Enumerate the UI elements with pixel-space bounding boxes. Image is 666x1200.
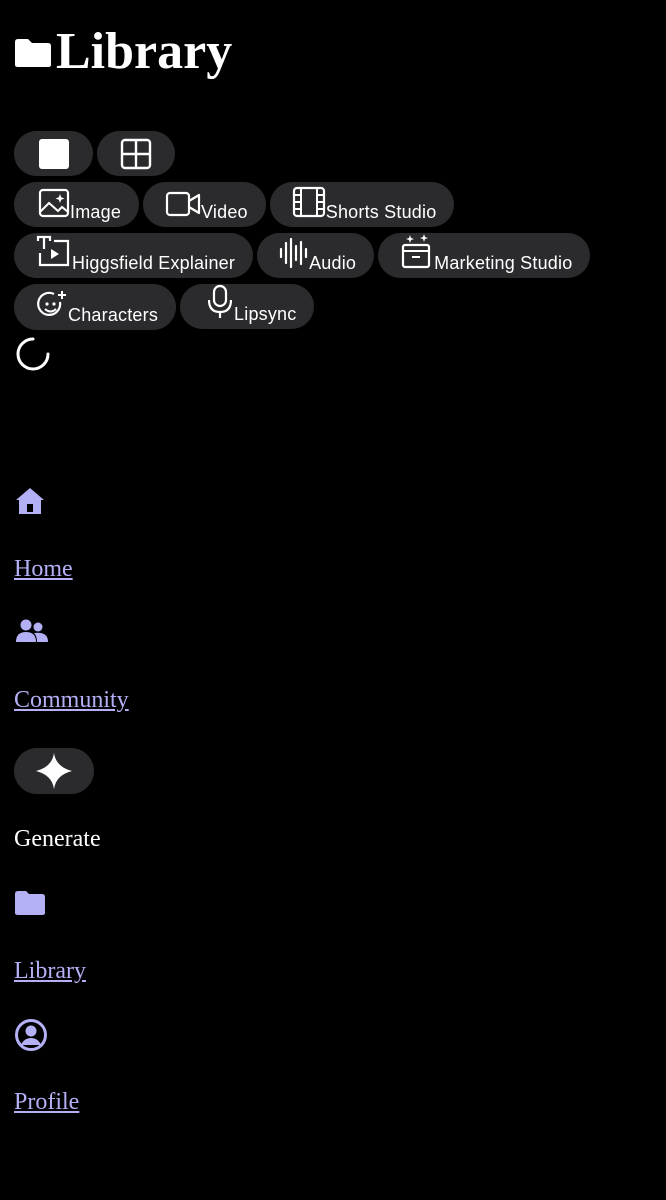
nav-community-link[interactable]: Community — [14, 687, 129, 714]
image-icon — [38, 188, 70, 218]
nav-library-link[interactable]: Library — [14, 958, 86, 985]
marketing-box-icon — [402, 234, 431, 269]
microphone-icon — [207, 284, 233, 318]
filter-image[interactable]: Image — [14, 182, 140, 227]
filter-image-label: Image — [70, 202, 122, 222]
grid-view-icon — [120, 138, 152, 169]
square-view-icon — [38, 138, 69, 169]
filter-lipsync-label: Lipsync — [234, 304, 297, 324]
filter-audio[interactable]: Audio — [257, 233, 375, 278]
audio-waveform-icon — [279, 237, 308, 269]
filter-characters[interactable]: Characters — [14, 284, 177, 330]
filter-video-label: Video — [201, 202, 248, 222]
grid-view-button[interactable] — [97, 131, 175, 176]
text-to-video-icon — [36, 235, 70, 267]
filter-video[interactable]: Video — [143, 182, 266, 227]
home-icon[interactable] — [14, 486, 46, 516]
loading-spinner-icon — [16, 337, 50, 371]
filter-shorts-studio[interactable]: Shorts Studio — [269, 182, 455, 227]
folder-icon — [15, 39, 51, 67]
filter-higgsfield-explainer[interactable]: Higgsfield Explainer — [14, 233, 254, 278]
filter-shorts-studio-label: Shorts Studio — [325, 202, 437, 222]
filter-characters-label: Characters — [68, 305, 159, 325]
nav-home-link[interactable]: Home — [14, 556, 73, 583]
generate-button[interactable] — [14, 748, 94, 794]
profile-icon[interactable] — [14, 1018, 48, 1052]
page-title-text: Library — [56, 23, 233, 80]
filter-marketing-studio-label: Marketing Studio — [434, 253, 573, 273]
filter-higgsfield-explainer-label: Higgsfield Explainer — [72, 253, 236, 273]
sparkle-icon — [36, 753, 72, 789]
nav-profile-link[interactable]: Profile — [14, 1089, 79, 1116]
character-face-icon — [37, 291, 66, 316]
community-icon[interactable] — [14, 618, 50, 646]
filter-lipsync[interactable]: Lipsync — [180, 284, 315, 329]
page-title: Library — [14, 26, 232, 78]
nav-generate-label: Generate — [14, 826, 101, 852]
filter-audio-label: Audio — [309, 253, 357, 273]
filter-marketing-studio[interactable]: Marketing Studio — [378, 233, 591, 278]
single-view-button[interactable] — [14, 131, 93, 176]
film-strip-icon — [292, 186, 325, 218]
library-folder-icon[interactable] — [14, 890, 46, 916]
video-camera-icon — [165, 191, 201, 217]
